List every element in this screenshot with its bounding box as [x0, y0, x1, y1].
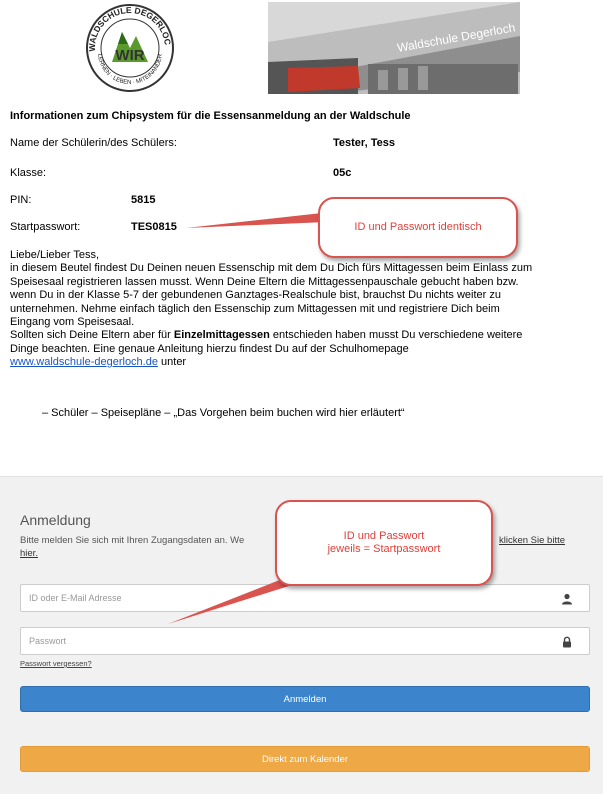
login-title: Anmeldung [20, 512, 91, 528]
callout2-line1: ID und Passwort [343, 530, 425, 542]
class-label: Klasse: [10, 167, 47, 179]
login-hint-link[interactable]: klicken Sie bitte [499, 533, 565, 548]
pin-value: 5815 [131, 194, 156, 206]
login-hint-text: Bitte melden Sie sich mit Ihren Zugangsd… [20, 535, 245, 546]
password-input-field[interactable] [20, 627, 590, 655]
letter-line: www.waldschule-degerloch.de unter [10, 356, 603, 369]
start-password-value: TES0815 [131, 221, 177, 233]
letter-text-span: entschieden haben musst Du verschiedene … [269, 329, 523, 342]
logo-mark: WIR [115, 47, 144, 64]
letter-line: Eingang vom Speisesaal. [10, 316, 135, 329]
student-name-label: Name der Schülerin/des Schülers: [10, 137, 177, 149]
pin-label: PIN: [10, 194, 32, 206]
password-input[interactable] [21, 628, 529, 654]
login-button[interactable]: Anmelden [20, 686, 590, 712]
start-password-label: Startpasswort: [10, 221, 81, 233]
school-homepage-link[interactable]: www.waldschule-degerloch.de [10, 356, 158, 368]
navigation-path-bullet: – Schüler – Speisepläne – „Das Vorgehen … [42, 407, 405, 419]
login-hint-link-here[interactable]: hier. [20, 548, 38, 559]
document-title: Informationen zum Chipsystem für die Ess… [10, 110, 411, 122]
callout1-text: ID und Passwort identisch [354, 221, 482, 233]
id-input[interactable] [21, 585, 529, 611]
letter-text-span: Sollten sich Deine Eltern aber für [10, 329, 174, 342]
callout-id-password-start: ID und Passwort jeweils = Startpasswort [275, 500, 493, 586]
forgot-password-link[interactable]: Passwort vergessen? [20, 659, 92, 668]
letter-line: Sollten sich Deine Eltern aber für Einze… [10, 329, 603, 342]
login-hint: Bitte melden Sie sich mit Ihren Zugangsd… [20, 533, 244, 548]
class-value: 05c [333, 167, 352, 179]
letter-line: in diesem Beutel findest Du Deinen neuen… [10, 262, 533, 275]
letter-text-span: unter [157, 356, 187, 369]
id-input-field[interactable] [20, 584, 590, 612]
letter-line: Dinge beachten. Eine genaue Anleitung hi… [10, 342, 409, 355]
letter-line: wenn Du in der Klasse 5-7 der gebundenen… [10, 289, 501, 302]
letter-emphasis: Einzelmittagessen [173, 329, 270, 342]
letter-text: Liebe/Lieber Tess, in diesem Beutel find… [10, 249, 603, 370]
school-logo: WALDSCHULE DEGERLOCH LERNEN · LEBEN · MI… [75, 0, 182, 94]
letter-line: unternehmen. Nehme einfach täglich den E… [10, 302, 500, 315]
lock-icon [561, 635, 573, 648]
user-icon [561, 592, 573, 605]
school-building-photo: Waldschule Degerloch [268, 2, 520, 94]
calendar-button[interactable]: Direkt zum Kalender [20, 746, 590, 772]
callout2-line2: jeweils = Startpasswort [327, 543, 441, 555]
letter-line: Speisesaal registrieren lassen musst. We… [10, 275, 519, 288]
callout1-pointer [186, 213, 326, 228]
callout-id-password-identical: ID und Passwort identisch [318, 197, 518, 258]
student-name-value: Tester, Tess [333, 137, 395, 149]
